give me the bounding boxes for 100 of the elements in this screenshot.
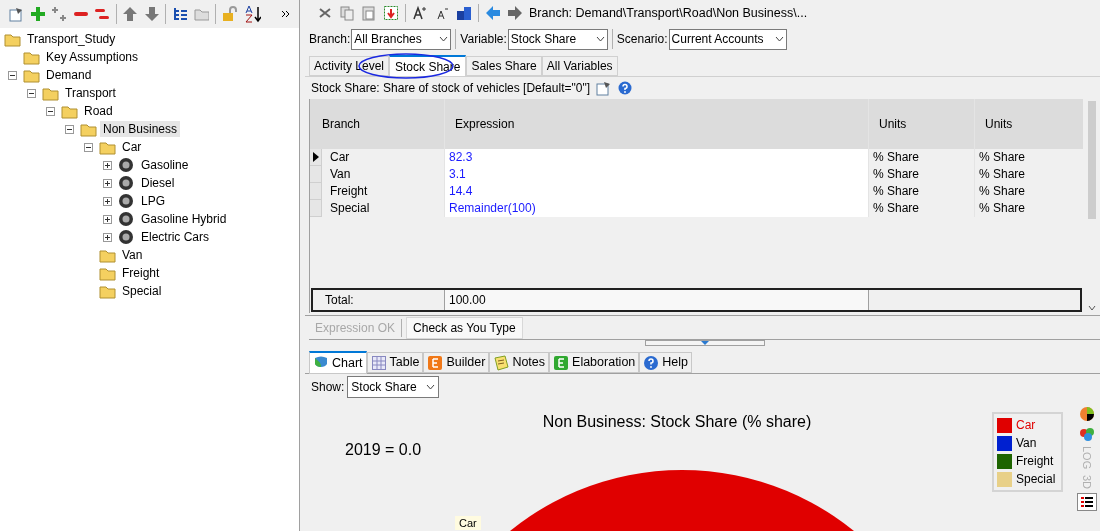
collapse-icon[interactable] xyxy=(27,88,36,98)
expand-icon[interactable] xyxy=(103,232,112,242)
properties-icon[interactable] xyxy=(8,6,24,22)
variable-tab[interactable]: All Variables xyxy=(541,56,618,76)
more-icon[interactable] xyxy=(281,9,292,19)
tire-icon xyxy=(118,175,135,191)
table-cell[interactable]: Remainder(100) xyxy=(444,200,868,217)
folder-icon xyxy=(80,121,97,137)
list-icon xyxy=(1081,497,1093,508)
tree-item[interactable]: LPG xyxy=(138,193,168,209)
view-tab[interactable]: Table xyxy=(366,352,424,373)
chevron-down-icon xyxy=(595,36,605,42)
tree-item[interactable]: Van xyxy=(119,247,146,263)
column-header: Units xyxy=(868,99,974,149)
view-tab[interactable]: Builder xyxy=(423,352,490,373)
legend-label: Special xyxy=(1016,471,1056,488)
filter-dropdown[interactable]: Stock Share xyxy=(507,28,608,50)
notepad-icon xyxy=(493,354,510,371)
add-multiple-icon[interactable] xyxy=(51,6,67,22)
legend-toggle-button[interactable] xyxy=(1077,493,1097,512)
expression-status: Expression OK xyxy=(314,319,397,337)
grid-icon xyxy=(370,354,387,371)
table-cell[interactable]: 3.1 xyxy=(444,166,868,183)
folder-icon xyxy=(61,103,78,119)
collapse-icon[interactable] xyxy=(8,70,17,80)
folder-icon xyxy=(99,283,116,299)
tree-item[interactable]: Transport_Study xyxy=(24,31,119,47)
tree-item[interactable]: Non Business xyxy=(100,121,181,137)
tree-item[interactable]: Gasoline Hybrid xyxy=(138,211,230,227)
tire-icon xyxy=(118,229,135,245)
down-arrow-icon[interactable] xyxy=(143,6,160,22)
view-tab[interactable]: Chart xyxy=(309,351,367,374)
tree-item[interactable]: Road xyxy=(81,103,116,119)
view-tab[interactable]: Elaboration xyxy=(549,352,640,373)
folder-icon xyxy=(23,49,40,65)
expand-icon[interactable] xyxy=(103,178,112,188)
tree-item[interactable]: Special xyxy=(119,283,165,299)
tire-icon xyxy=(118,211,135,227)
increase-font-icon[interactable] xyxy=(412,5,428,21)
folder-icon xyxy=(99,265,116,281)
table-cell: % Share xyxy=(868,200,974,217)
back-arrow-icon[interactable] xyxy=(485,5,501,21)
filter-dropdown[interactable]: Current Accounts xyxy=(668,28,787,50)
scroll-down-icon[interactable] xyxy=(1087,305,1096,311)
tire-icon xyxy=(118,193,135,209)
help-icon[interactable] xyxy=(618,81,632,95)
remove-multiple-icon[interactable] xyxy=(94,6,110,22)
breadcrumb-path: Branch: Demand\Transport\Road\Non Business\... xyxy=(529,4,808,22)
paste-icon[interactable] xyxy=(361,5,377,21)
legend-label: Van xyxy=(1016,435,1037,452)
folder-icon xyxy=(4,31,21,47)
sort-icon[interactable] xyxy=(243,5,262,23)
filter-label: Variable: xyxy=(460,31,507,48)
tree-item[interactable]: Electric Cars xyxy=(138,229,212,245)
tree-item[interactable]: Diesel xyxy=(138,175,178,191)
tree-item[interactable]: Transport xyxy=(62,85,119,101)
pie-chart-type-icon[interactable] xyxy=(1079,406,1095,422)
chevron-down-icon xyxy=(439,36,449,42)
filter-dropdown[interactable]: All Branches xyxy=(351,28,452,50)
tree-item[interactable]: Demand xyxy=(43,67,95,83)
expand-icon[interactable] xyxy=(103,160,112,170)
row-header[interactable] xyxy=(310,149,322,166)
collapse-icon[interactable] xyxy=(65,124,74,134)
table-cell: % Share xyxy=(974,200,1080,217)
import-icon[interactable] xyxy=(383,5,399,21)
view-tab[interactable]: Notes xyxy=(489,352,550,373)
tree-item[interactable]: Key Assumptions xyxy=(43,49,142,65)
table-cell: % Share xyxy=(868,149,974,166)
tire-icon xyxy=(118,157,135,173)
variable-tab[interactable]: Sales Share xyxy=(466,56,542,76)
collapse-icon[interactable] xyxy=(84,142,93,152)
tree-item[interactable]: Freight xyxy=(119,265,163,281)
table-cell[interactable]: 14.4 xyxy=(444,183,868,200)
tree-icon[interactable] xyxy=(172,6,188,22)
forward-arrow-icon[interactable] xyxy=(507,5,523,21)
tree-item[interactable]: Car xyxy=(119,139,145,155)
chevron-down-icon xyxy=(774,36,784,42)
variable-description: Stock Share: Share of stock of vehicles [Default="0"] xyxy=(311,80,590,97)
add-icon[interactable] xyxy=(29,6,45,22)
bubbles-icon[interactable] xyxy=(1079,426,1095,442)
slice-label: Car xyxy=(455,516,481,530)
up-arrow-icon[interactable] xyxy=(122,6,138,22)
show-dropdown[interactable]: Stock Share xyxy=(347,376,440,398)
decrease-font-icon[interactable] xyxy=(434,5,450,21)
table-cell: % Share xyxy=(974,183,1080,200)
expand-icon[interactable] xyxy=(103,214,112,224)
tree-item[interactable]: Gasoline xyxy=(138,157,192,173)
legend-label: Car xyxy=(1016,417,1036,434)
font-settings-icon[interactable] xyxy=(456,5,472,21)
table-cell[interactable]: 82.3 xyxy=(444,149,868,166)
folder-icon xyxy=(42,85,59,101)
view-tab[interactable]: Help xyxy=(639,352,692,373)
expand-down-icon[interactable] xyxy=(700,341,709,345)
splitter-handle[interactable] xyxy=(644,340,765,346)
collapse-icon[interactable] xyxy=(46,106,55,116)
cut-icon[interactable] xyxy=(317,5,333,21)
table-cell: % Share xyxy=(974,149,1080,166)
expand-icon[interactable] xyxy=(103,196,112,206)
check-as-you-type-button[interactable]: Check as You Type xyxy=(406,316,523,339)
properties-icon[interactable] xyxy=(596,80,612,96)
